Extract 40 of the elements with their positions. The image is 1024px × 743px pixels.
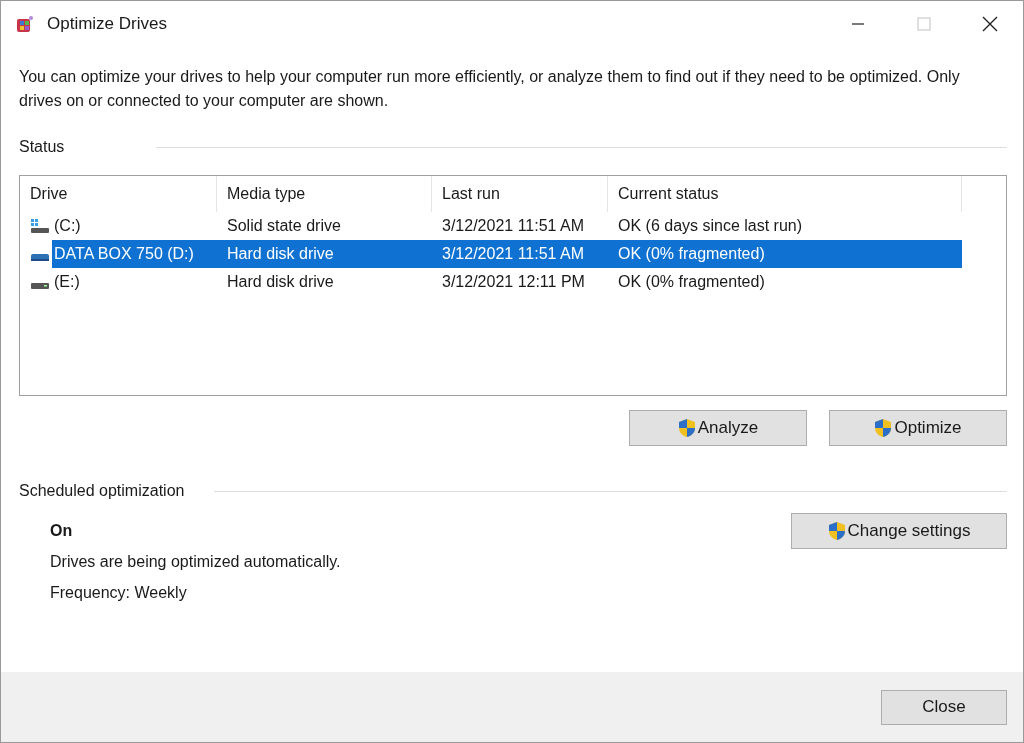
schedule-state: On <box>50 521 74 541</box>
table-cell-text: OK (6 days since last run) <box>618 217 804 235</box>
column-header[interactable]: Last run <box>432 176 608 212</box>
drive-row[interactable]: DATA BOX 750 (D:) Hard disk drive 3/12/2021 11:51 AM OK (0% fragmented) <box>52 240 962 268</box>
maximize-icon <box>917 17 931 31</box>
column-header[interactable]: Drive <box>20 176 217 212</box>
frequency-text: Frequency: Weekly <box>50 583 188 603</box>
shield-icon <box>874 418 893 438</box>
table-cell-text: OK (0% fragmented) <box>618 273 766 291</box>
table-cell-text: (C:) <box>53 217 82 235</box>
section-heading: Status <box>19 138 65 156</box>
close-button[interactable]: Close <box>881 689 1007 725</box>
table-cell-text: OK (0% fragmented) <box>618 245 766 263</box>
shield-icon <box>827 521 846 541</box>
table-cell-text: Solid state drive <box>227 217 342 235</box>
action-button[interactable]: Optimize <box>829 410 1007 446</box>
column-header[interactable]: Media type <box>217 176 432 212</box>
table-cell-text: (E:) <box>53 273 81 291</box>
drive-row[interactable]: (C:) Solid state drive 3/12/2021 11:51 AM OK (6 days since last run) <box>52 212 962 240</box>
schedule-note: Drives are being optimized automatically. <box>50 552 341 572</box>
section-heading: Scheduled optimization <box>19 482 185 500</box>
table-cell-text: Hard disk drive <box>227 273 335 291</box>
table-cell-text: 3/12/2021 12:11 PM <box>442 273 586 291</box>
drive-row[interactable]: (E:) Hard disk drive 3/12/2021 12:11 PM OK (0% fragmented) <box>52 268 962 296</box>
minimize-icon <box>852 23 864 25</box>
table-cell-text: 3/12/2021 11:51 AM <box>442 245 586 263</box>
app-icon <box>15 14 35 34</box>
table-cell-text: Hard disk drive <box>227 245 335 263</box>
close-icon <box>982 16 998 32</box>
drive-icon <box>30 282 50 290</box>
shield-icon <box>677 418 696 438</box>
table-cell-text: 3/12/2021 11:51 AM <box>442 217 586 235</box>
column-header[interactable]: Current status <box>608 176 962 212</box>
description-text: You can optimize your drives to help your computer run more efficiently, or analyze them to find out if they need to be optimized. Only drives on or connected to your computer are shown. <box>19 67 961 111</box>
change-settings-button[interactable]: Change settings <box>791 513 1007 549</box>
drive-icon <box>30 218 50 234</box>
action-button[interactable]: Analyze <box>629 410 807 446</box>
drive-icon <box>30 253 50 262</box>
window-title: Optimize Drives <box>47 14 168 34</box>
table-cell-text: DATA BOX 750 (D:) <box>53 245 195 263</box>
